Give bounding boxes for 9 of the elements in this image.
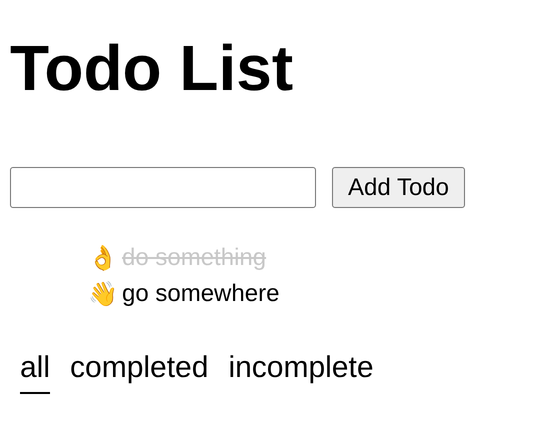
add-todo-button[interactable]: Add Todo: [332, 167, 465, 208]
filter-link[interactable]: incomplete: [228, 348, 374, 394]
todo-emoji-icon: 👋: [88, 278, 118, 310]
filter-link[interactable]: completed: [70, 348, 208, 394]
todo-item[interactable]: go somewhere: [122, 278, 280, 310]
todo-emoji-icon: 👌: [88, 242, 118, 274]
page-title: Todo List: [10, 31, 294, 100]
filter-link[interactable]: all: [20, 348, 50, 394]
todo-input-field[interactable]: [10, 167, 316, 208]
